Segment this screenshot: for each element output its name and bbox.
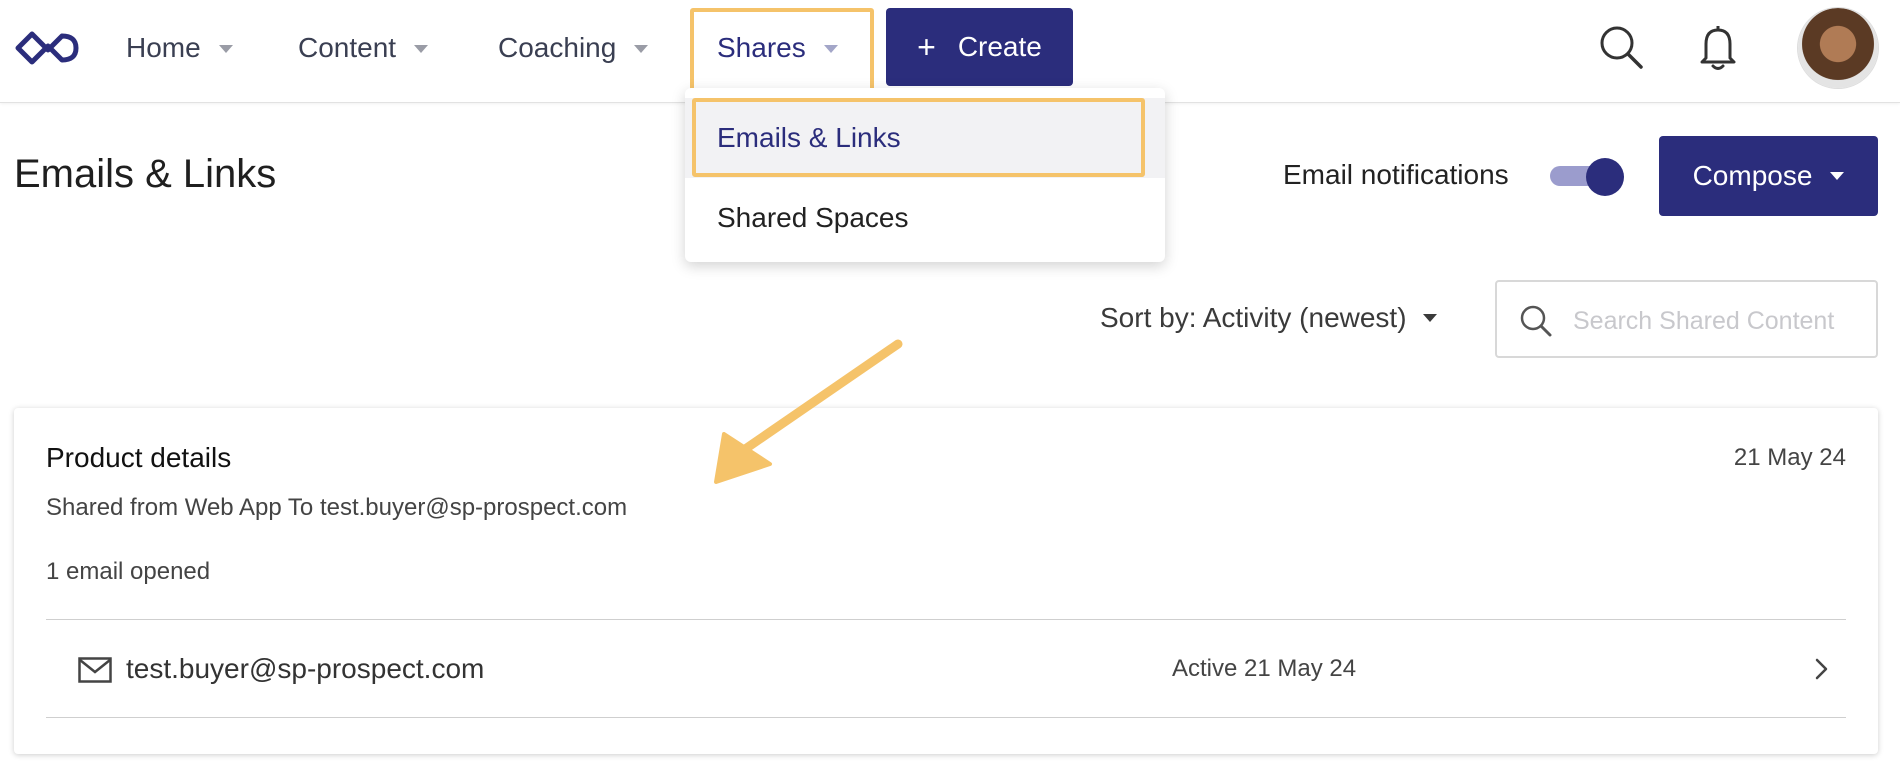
- recipient-status: Active 21 May 24: [1172, 655, 1357, 682]
- search-icon[interactable]: [1598, 24, 1644, 70]
- search-icon: [1520, 305, 1552, 337]
- menu-item-shared-spaces[interactable]: Shared Spaces: [685, 178, 1165, 258]
- create-button[interactable]: + Create: [886, 8, 1073, 86]
- share-opened-count: 1 email opened: [46, 558, 211, 585]
- share-title: Product details: [46, 442, 232, 473]
- nav-coaching[interactable]: Coaching: [498, 24, 649, 72]
- chevron-down-icon: [414, 45, 429, 53]
- shares-dropdown-menu: Emails & Links Shared Spaces: [685, 88, 1165, 262]
- avatar[interactable]: [1798, 8, 1878, 88]
- page-title: Emails & Links: [14, 152, 277, 196]
- nav-home[interactable]: Home: [126, 24, 233, 72]
- chevron-down-icon: [823, 45, 838, 53]
- divider: [46, 619, 1846, 620]
- share-card[interactable]: Product details 21 May 24 Shared from We…: [14, 408, 1878, 754]
- recipient-email: test.buyer@sp-prospect.com: [126, 653, 485, 684]
- chevron-right-icon[interactable]: [1814, 657, 1830, 681]
- search-input[interactable]: [1571, 298, 1865, 344]
- menu-item-emails-links[interactable]: Emails & Links: [685, 98, 1165, 178]
- divider: [46, 717, 1846, 718]
- share-date: 21 May 24: [1733, 444, 1846, 471]
- chevron-down-icon: [218, 45, 233, 53]
- nav-content[interactable]: Content: [298, 24, 429, 72]
- chevron-down-icon: [1830, 172, 1845, 180]
- logo-icon[interactable]: [14, 28, 80, 68]
- search-box: [1495, 280, 1878, 358]
- toggle-knob: [1586, 158, 1624, 196]
- chevron-down-icon: [634, 45, 649, 53]
- bell-icon[interactable]: [1698, 24, 1738, 72]
- chevron-down-icon: [1422, 314, 1437, 322]
- arrow-annotation: [714, 339, 903, 484]
- recipient-row[interactable]: test.buyer@sp-prospect.com Active 21 May…: [46, 621, 1846, 717]
- email-notifications-toggle[interactable]: [1550, 158, 1624, 196]
- mail-icon: [78, 657, 112, 683]
- plus-icon: +: [917, 28, 936, 65]
- share-subtitle: Shared from Web App To test.buyer@sp-pro…: [46, 494, 628, 521]
- sort-dropdown[interactable]: Sort by: Activity (newest): [1100, 302, 1437, 334]
- email-notifications-label: Email notifications: [1283, 159, 1509, 190]
- compose-button[interactable]: Compose: [1659, 136, 1878, 216]
- nav-shares[interactable]: Shares: [717, 24, 838, 72]
